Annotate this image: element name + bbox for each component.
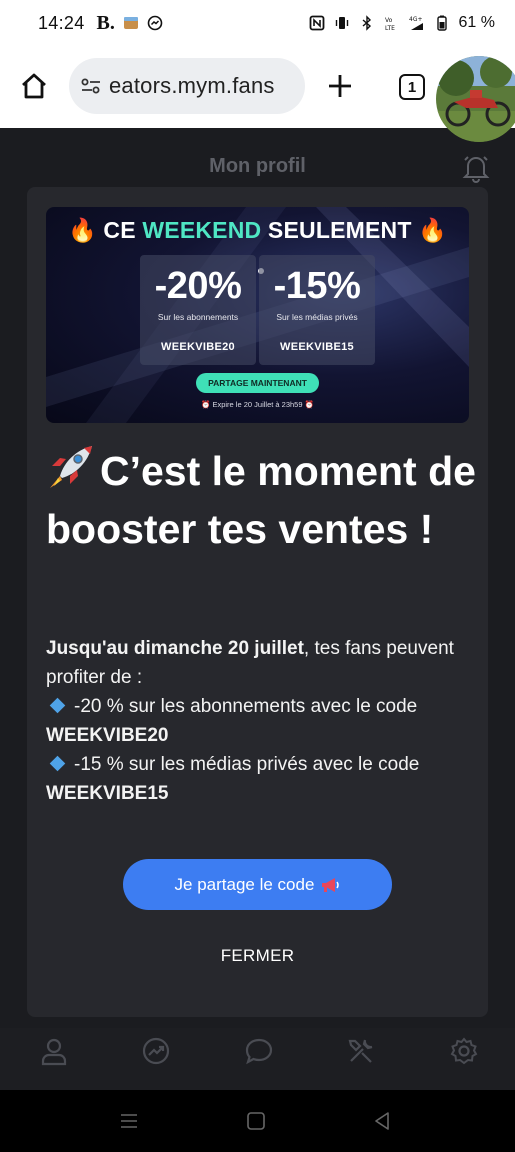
home-nav-icon[interactable]: [245, 1110, 267, 1132]
blue-diamond-icon: [49, 756, 66, 772]
alarm-icon: ⏰: [201, 400, 211, 409]
user-icon[interactable]: [39, 1036, 69, 1066]
plus-icon: [329, 75, 351, 97]
discount-code: WEEKVIBE15: [280, 341, 354, 353]
discount-label: Sur les médias privés: [276, 312, 358, 322]
app-b-icon: B.: [96, 11, 115, 34]
chat-icon[interactable]: [244, 1036, 274, 1066]
promo-banner: 🔥 CE WEEKEND SEULEMENT 🔥 -20% Sur les ab…: [46, 207, 469, 423]
discount-card-private-media: -15% Sur les médias privés WEEKVIBE15: [259, 255, 375, 365]
tools-icon[interactable]: [346, 1036, 376, 1066]
svg-text:4G+: 4G+: [409, 16, 423, 23]
svg-text:Vo: Vo: [385, 17, 393, 24]
alarm-icon: ⏰: [304, 400, 314, 409]
volte-icon: VoLTE: [385, 17, 395, 31]
browser-toolbar: eators.mym.fans 1: [0, 46, 515, 142]
nfc-icon: [309, 15, 324, 31]
fire-icon: 🔥: [418, 217, 448, 243]
promo-title: 🔥 CE WEEKEND SEULEMENT 🔥: [67, 217, 448, 243]
rocket-icon: [46, 444, 94, 503]
blue-diamond-icon: [49, 698, 66, 714]
bluetooth-icon: [362, 15, 371, 31]
promo-code-2: WEEKVIBE15: [46, 783, 169, 804]
new-tab-button[interactable]: [322, 68, 358, 104]
intro-paragraph: Jusqu'au dimanche 20 juillet, tes fans p…: [46, 638, 454, 688]
discount-percent: -20%: [154, 265, 242, 307]
share-code-button[interactable]: Je partage le code: [123, 859, 392, 910]
megaphone-icon: [322, 877, 340, 892]
home-button[interactable]: [16, 68, 52, 104]
avatar-photo: [436, 56, 515, 142]
home-icon: [22, 73, 46, 99]
recent-apps-icon[interactable]: [118, 1110, 140, 1132]
discount-percent: -15%: [273, 265, 361, 307]
signal-4g-icon: 4G+: [409, 16, 423, 30]
bottom-nav: [0, 1028, 515, 1090]
list-item: -15 % sur les médias privés avec le code…: [46, 754, 420, 804]
discount-code: WEEKVIBE20: [161, 341, 235, 353]
box-notification-icon: [123, 17, 138, 29]
promo-expiry: ⏰ Expire le 20 Juillet à 23h59 ⏰: [201, 400, 314, 409]
settings-icon[interactable]: [449, 1036, 479, 1066]
chart-icon[interactable]: [141, 1036, 171, 1066]
tab-switcher-button[interactable]: 1: [399, 74, 425, 100]
discount-label: Sur les abonnements: [157, 312, 239, 322]
status-time: 14:24: [38, 12, 85, 33]
site-settings-icon[interactable]: [79, 74, 103, 98]
status-bar: 14:24 B. Vo LTE 4G+ 61 %: [0, 0, 515, 46]
back-icon[interactable]: [371, 1110, 393, 1132]
vibrate-icon: [335, 17, 348, 29]
svg-text:LTE: LTE: [385, 25, 395, 31]
battery-icon: [436, 15, 447, 31]
page-title: Mon profil: [209, 155, 306, 177]
list-item: -20 % sur les abonnements avec le code W…: [46, 696, 418, 746]
promo-code-1: WEEKVIBE20: [46, 725, 169, 746]
address-bar[interactable]: eators.mym.fans: [69, 58, 305, 114]
system-navigation-bar: [0, 1090, 515, 1152]
promo-share-badge: PARTAGE MAINTENANT: [196, 373, 319, 393]
discount-card-subscriptions: -20% Sur les abonnements WEEKVIBE20: [140, 255, 256, 365]
promo-title-highlight: WEEKEND: [142, 217, 262, 243]
notification-bell-icon[interactable]: [462, 153, 490, 183]
battery-level: 61 %: [458, 14, 495, 31]
messenger-icon: [147, 15, 163, 31]
avatar[interactable]: [436, 56, 515, 142]
fire-icon: 🔥: [67, 217, 97, 243]
close-button[interactable]: FERMER: [0, 946, 515, 966]
share-code-label: Je partage le code: [174, 874, 315, 894]
url-text: eators.mym.fans: [109, 73, 275, 98]
modal-headline: C’est le moment de booster tes ventes !: [46, 444, 476, 556]
modal-body: Jusqu'au dimanche 20 juillet, tes fans p…: [46, 634, 476, 808]
intro-bold: Jusqu'au dimanche 20 juillet: [46, 638, 304, 659]
